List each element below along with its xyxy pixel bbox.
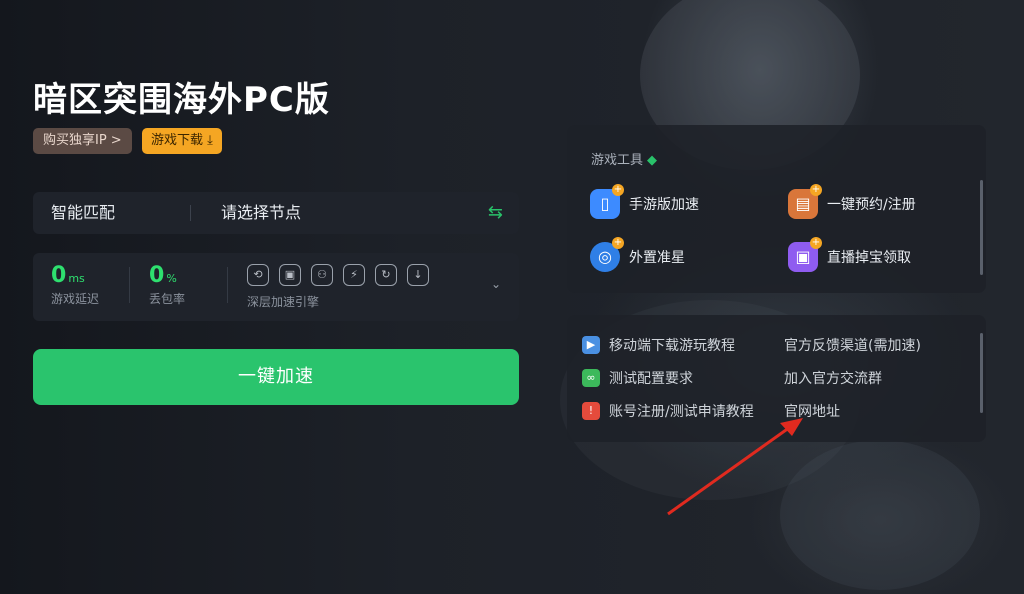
- crosshair-icon: ◎ +: [590, 237, 624, 272]
- link-label: 测试配置要求: [609, 371, 693, 387]
- plus-badge-icon: +: [612, 184, 624, 196]
- link-official-feedback[interactable]: 官方反馈渠道(需加速): [784, 335, 921, 355]
- plus-badge-icon: +: [612, 237, 624, 249]
- link-label: 官网地址: [784, 404, 840, 420]
- link-label: 账号注册/测试申请教程: [609, 404, 754, 420]
- link-icon: ∞: [582, 369, 600, 387]
- game-tools-panel: 游戏工具 ◆ ▯ + 手游版加速 ▤ + 一键预约/注册 ◎ + 外置准星 ▣ + 直播掉…: [567, 125, 986, 293]
- calendar-icon: ▤ +: [788, 184, 822, 219]
- tool-preregister[interactable]: ▤ + 一键预约/注册: [788, 184, 916, 219]
- tool-live-drops[interactable]: ▣ + 直播掉宝领取: [788, 237, 911, 272]
- link-label: 加入官方交流群: [784, 371, 882, 387]
- swap-icon[interactable]: ⇆: [488, 202, 503, 224]
- loss-value: 0: [149, 263, 165, 288]
- divider: [227, 267, 228, 303]
- chevron-down-icon[interactable]: ⌄: [491, 277, 501, 291]
- tool-mobile-accel[interactable]: ▯ + 手游版加速: [590, 184, 699, 219]
- live-gift-glyph: ▣: [795, 247, 811, 266]
- crosshair-glyph: ◎: [598, 247, 612, 266]
- video-icon: ▶: [582, 336, 600, 354]
- tool-label: 外置准星: [629, 250, 685, 266]
- loss-unit: %: [166, 272, 177, 285]
- engine-screen-icon[interactable]: ▣: [279, 264, 301, 286]
- live-gift-icon: ▣ +: [788, 237, 822, 272]
- link-account-tutorial[interactable]: ! 账号注册/测试申请教程: [582, 401, 754, 421]
- tool-label: 直播掉宝领取: [827, 250, 911, 266]
- node-selector[interactable]: 智能匹配 请选择节点 ⇆: [33, 192, 519, 234]
- stats-panel: 0 ms 游戏延迟 0% 丢包率 ⟲ ▣ ⚇ ⚡ ↻ ↓ 深层加速引擎 ⌄: [33, 253, 519, 321]
- soldier-shape-2: [780, 440, 980, 590]
- packet-loss-stat: 0% 丢包率: [149, 263, 185, 307]
- scrollbar[interactable]: [980, 180, 983, 275]
- link-test-requirements[interactable]: ∞ 测试配置要求: [582, 368, 693, 388]
- plus-badge-icon: +: [810, 237, 822, 249]
- accelerate-button[interactable]: 一键加速: [33, 349, 519, 405]
- link-label: 官方反馈渠道(需加速): [784, 338, 921, 354]
- warning-icon: !: [582, 402, 600, 420]
- mobile-icon: ▯ +: [590, 184, 624, 219]
- tool-label: 手游版加速: [629, 197, 699, 213]
- tool-crosshair[interactable]: ◎ + 外置准星: [590, 237, 685, 272]
- tools-header: 游戏工具 ◆: [591, 149, 657, 168]
- tool-label: 一键预约/注册: [827, 197, 916, 213]
- engine-link-icon[interactable]: ⚇: [311, 264, 333, 286]
- mobile-glyph: ▯: [600, 194, 610, 213]
- divider: [129, 267, 130, 303]
- node-select-placeholder[interactable]: 请选择节点: [221, 192, 301, 234]
- latency-value: 0: [51, 263, 67, 288]
- latency-stat: 0 ms 游戏延迟: [51, 263, 99, 307]
- link-label: 移动端下载游玩教程: [609, 338, 735, 354]
- engine-bolt-icon[interactable]: ⚡: [343, 264, 365, 286]
- plus-badge-icon: +: [810, 184, 822, 196]
- cube-icon: ◆: [647, 153, 658, 168]
- link-join-group[interactable]: 加入官方交流群: [784, 368, 882, 388]
- tools-header-label: 游戏工具: [591, 153, 644, 168]
- game-download-button[interactable]: 游戏下载 ⤓: [142, 128, 222, 154]
- smart-match-mode[interactable]: 智能匹配: [51, 192, 115, 234]
- link-official-site[interactable]: 官网地址: [784, 401, 840, 421]
- buy-exclusive-ip-button[interactable]: 购买独享IP >: [33, 128, 132, 154]
- engine-loop-icon[interactable]: ⟲: [247, 264, 269, 286]
- divider: [190, 205, 191, 221]
- loss-label: 丢包率: [149, 292, 186, 306]
- engine-label: 深层加速引擎: [247, 295, 320, 309]
- links-panel: ▶ 移动端下载游玩教程 ∞ 测试配置要求 ! 账号注册/测试申请教程 官方反馈渠…: [567, 315, 986, 442]
- game-title: 暗区突围海外PC版: [33, 80, 330, 120]
- engine-refresh-icon[interactable]: ↻: [375, 264, 397, 286]
- link-mobile-tutorial[interactable]: ▶ 移动端下载游玩教程: [582, 335, 735, 355]
- latency-label: 游戏延迟: [51, 292, 100, 306]
- scrollbar[interactable]: [980, 333, 983, 413]
- engine-download-icon[interactable]: ↓: [407, 264, 429, 286]
- calendar-glyph: ▤: [795, 194, 811, 213]
- engine-icons: ⟲ ▣ ⚇ ⚡ ↻ ↓: [247, 264, 429, 286]
- latency-unit: ms: [68, 272, 85, 285]
